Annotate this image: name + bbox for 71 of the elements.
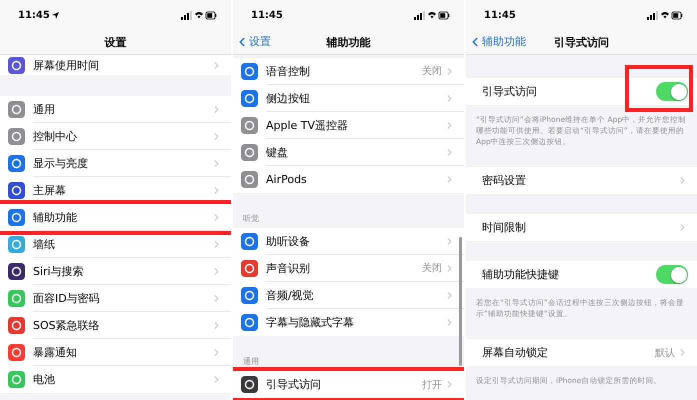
settings-row[interactable]: 助听设备 [233,228,464,255]
row-label: 屏幕自动锁定 [482,345,549,360]
settings-row[interactable]: 通用 [0,96,231,123]
settings-row[interactable]: 墙纸 [0,231,231,258]
row-label: 墙纸 [33,236,56,252]
settings-row[interactable]: 辅助功能 [0,204,231,231]
row-value: 默认 [655,346,675,360]
settings-row[interactable]: Apple TV遥控器 [233,112,464,139]
row-value: 打开 [422,378,442,392]
settings-row[interactable]: 主屏幕 [0,177,231,204]
row-label: 字幕与隐藏式字幕 [266,315,355,330]
settings-row[interactable]: 侧边按钮 [233,85,464,112]
row-label: 辅助功能快捷键 [482,267,560,282]
row-label: Apple TV遥控器 [266,118,350,132]
row-label: 电池 [33,372,56,387]
status-icons [414,10,450,20]
row-label: SOS紧急联络 [33,318,101,332]
nav-title: 设置 [104,34,126,50]
nav-title: 引导式访问 [554,34,609,50]
settings-row[interactable]: 显示与亮度 [0,150,231,177]
settings-row[interactable]: 键盘 [233,139,464,166]
settings-row[interactable]: 密码设置 [466,167,697,194]
settings-row[interactable]: AirPods [233,166,464,193]
status-icons [181,10,217,20]
row-label: 屏幕使用时间 [33,58,100,72]
settings-row[interactable]: 电池 [0,366,231,393]
row-label: AirPods [266,173,308,186]
settings-row[interactable]: 语音控制 关闭 [233,58,464,85]
section-header: 通用 [242,356,260,368]
row-value: 关闭 [422,64,442,78]
settings-row[interactable]: 引导式访问 [466,78,697,105]
row-label: 控制中心 [33,128,78,144]
row-label: 暴露通知 [33,344,78,360]
row-label: 面容ID与密码 [33,290,101,306]
settings-row[interactable]: 屏幕使用时间 [0,55,231,75]
settings-row[interactable]: 暴露通知 [0,339,231,366]
row-label: 键盘 [266,144,289,160]
row-label: 密码设置 [482,173,527,188]
settings-row[interactable]: 面容ID与密码 [0,285,231,312]
back-button[interactable]: 设置 [235,34,271,49]
status-time: 11:45 [18,10,59,20]
row-label: 引导式访问 [266,377,322,392]
row-label: 显示与亮度 [33,156,89,170]
status-time: 11:45 [484,10,516,20]
back-button[interactable]: 辅助功能 [468,34,526,49]
row-label: 语音控制 [266,64,311,78]
settings-row[interactable]: Siri与搜索 [0,258,231,285]
settings-row[interactable]: 屏幕自动锁定 默认 [466,339,697,366]
row-label: 音频/视觉 [266,288,315,302]
row-label: 辅助功能 [33,210,78,224]
settings-row[interactable]: 时间限制 [466,214,697,241]
toggle-switch[interactable] [656,265,688,284]
status-time: 11:45 [251,10,283,20]
row-label: 侧边按钮 [266,90,311,106]
toggle-switch[interactable] [656,82,688,101]
row-value: 关闭 [422,262,442,275]
nav-title: 辅助功能 [326,34,370,50]
settings-row[interactable]: 引导式访问 打开 [233,371,464,398]
section-header: 听觉 [242,213,260,225]
row-label: 声音识别 [266,260,311,276]
settings-row[interactable]: SOS紧急联络 [0,312,231,339]
settings-row[interactable]: 字幕与隐藏式字幕 [233,309,464,336]
settings-row[interactable]: 控制中心 [0,123,231,150]
row-label: 助听设备 [266,234,311,248]
row-label: 引导式访问 [482,84,538,99]
row-label: Siri与搜索 [33,264,85,278]
status-icons [647,10,683,20]
row-label: 通用 [33,102,56,116]
row-label: 主屏幕 [33,182,67,198]
row-label: 时间限制 [482,220,527,235]
settings-row[interactable]: 辅助功能快捷键 [466,261,697,288]
